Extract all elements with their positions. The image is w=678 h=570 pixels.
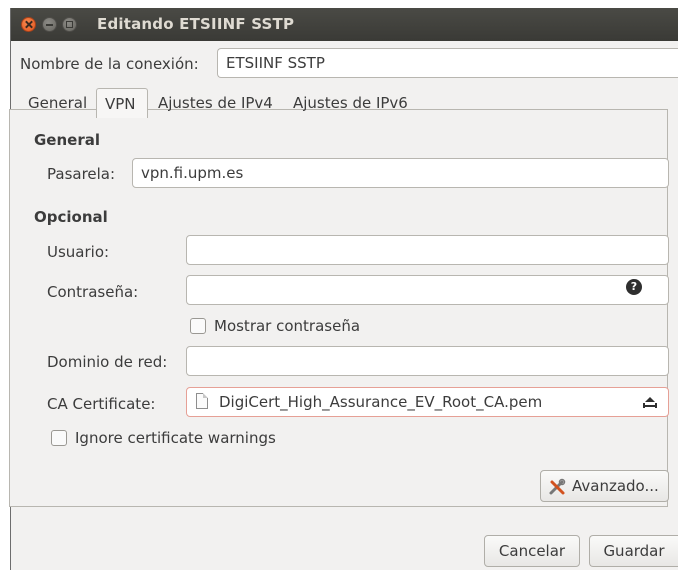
ignore-warnings-checkbox[interactable] bbox=[51, 430, 67, 446]
domain-label: Dominio de red: bbox=[47, 353, 168, 371]
password-label: Contraseña: bbox=[47, 283, 139, 301]
ca-certificate-filename: DigiCert_High_Assurance_EV_Root_CA.pem bbox=[219, 393, 543, 411]
connection-name-label: Nombre de la conexión: bbox=[20, 55, 199, 73]
advanced-button[interactable]: Avanzado... bbox=[540, 470, 669, 502]
maximize-icon[interactable] bbox=[62, 17, 77, 32]
open-file-icon[interactable] bbox=[642, 394, 658, 410]
tab-ipv6-settings[interactable]: Ajustes de IPv6 bbox=[285, 88, 416, 118]
close-icon[interactable] bbox=[21, 17, 36, 32]
tab-ipv4-settings[interactable]: Ajustes de IPv4 bbox=[150, 88, 281, 118]
general-section-heading: General bbox=[34, 131, 100, 149]
advanced-button-label: Avanzado... bbox=[572, 477, 659, 495]
domain-input[interactable] bbox=[186, 346, 669, 376]
gateway-label: Pasarela: bbox=[47, 165, 116, 183]
cancel-button[interactable]: Cancelar bbox=[484, 535, 580, 567]
optional-section-heading: Opcional bbox=[34, 208, 108, 226]
title-bar[interactable]: Editando ETSIINF SSTP bbox=[11, 8, 678, 41]
ca-certificate-file-chooser[interactable]: DigiCert_High_Assurance_EV_Root_CA.pem bbox=[186, 387, 669, 417]
connection-name-input[interactable]: ETSIINF SSTP bbox=[217, 48, 678, 78]
tab-general[interactable]: General bbox=[20, 88, 95, 118]
document-icon bbox=[196, 393, 208, 409]
save-button[interactable]: Guardar bbox=[589, 535, 678, 567]
gateway-input[interactable]: vpn.fi.upm.es bbox=[132, 158, 669, 188]
ca-certificate-label: CA Certificate: bbox=[47, 395, 156, 413]
show-password-label[interactable]: Mostrar contraseña bbox=[214, 317, 360, 335]
password-input[interactable] bbox=[186, 275, 669, 305]
window-title: Editando ETSIINF SSTP bbox=[97, 15, 295, 33]
tools-icon bbox=[549, 478, 566, 495]
show-password-checkbox[interactable] bbox=[190, 318, 206, 334]
ignore-warnings-label[interactable]: Ignore certificate warnings bbox=[75, 429, 276, 447]
password-mode-icon[interactable]: ? bbox=[626, 279, 642, 295]
user-input[interactable] bbox=[186, 235, 669, 265]
tab-vpn[interactable]: VPN bbox=[96, 88, 148, 118]
user-label: Usuario: bbox=[47, 243, 110, 261]
minimize-icon[interactable] bbox=[42, 17, 57, 32]
